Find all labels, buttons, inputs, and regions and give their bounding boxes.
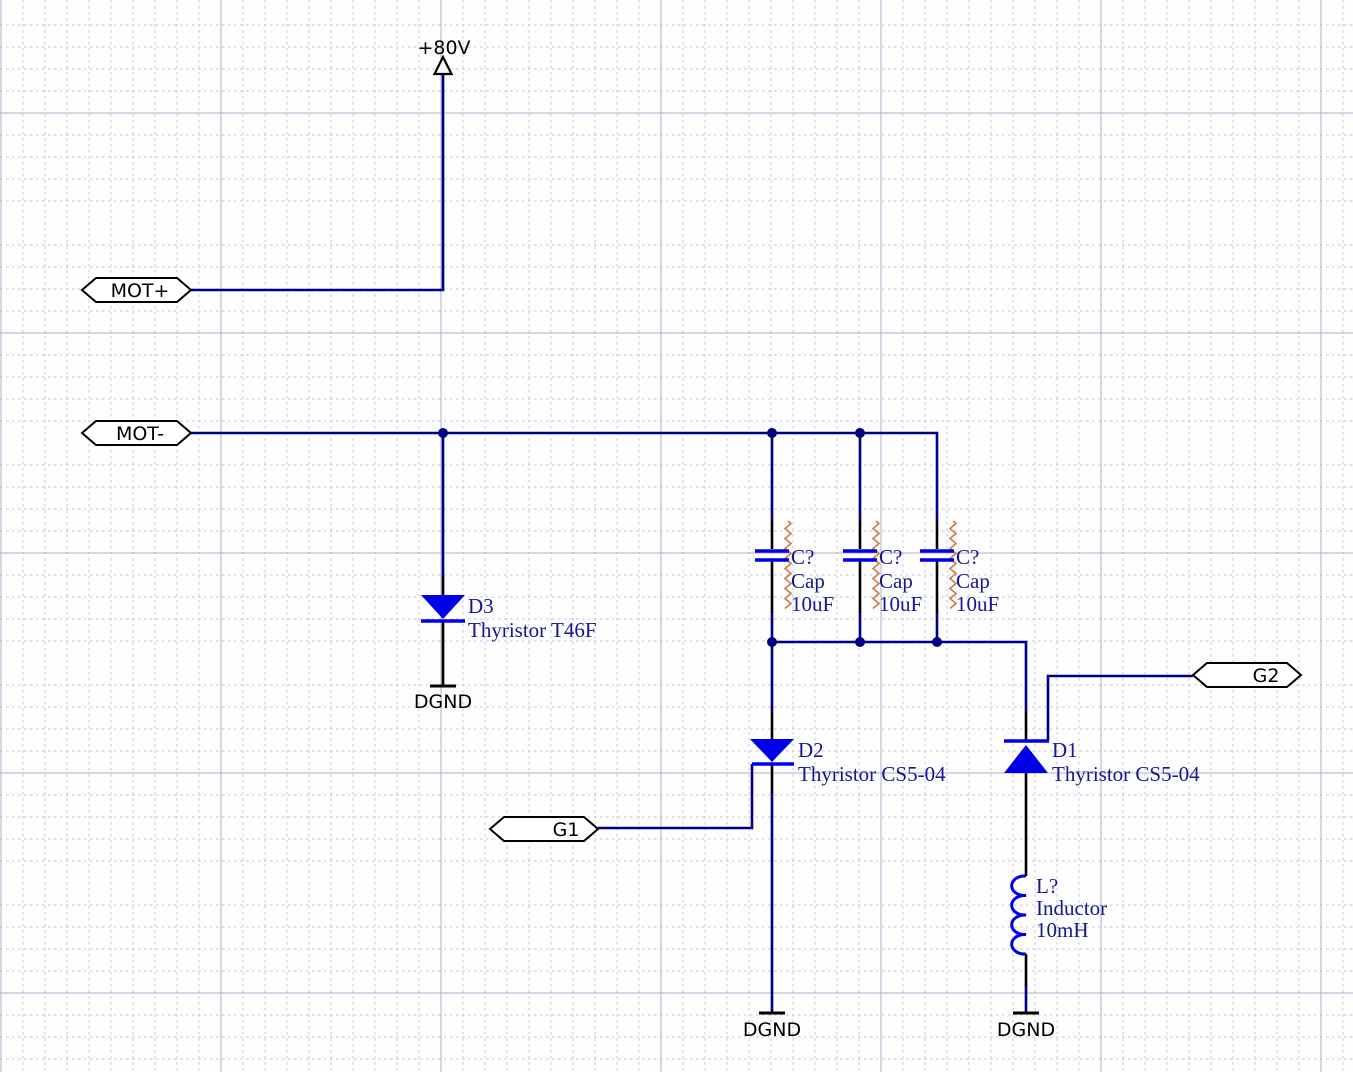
c2-value-label[interactable]: 10uF	[879, 592, 922, 616]
junction-dot	[767, 428, 777, 438]
gnd-label[interactable]: DGND	[997, 1019, 1055, 1041]
port-mot-minus[interactable]: MOT-	[80, 420, 193, 446]
c1-comment-label[interactable]: Cap	[791, 569, 825, 593]
wire-cap-bus[interactable]	[772, 640, 1028, 712]
port-g1-shape[interactable]	[488, 816, 600, 842]
d1-designator-label[interactable]: D1	[1052, 738, 1078, 762]
port-g1[interactable]: G1	[488, 816, 600, 842]
l1-comment-label[interactable]: Inductor	[1036, 896, 1107, 920]
l1-value-label[interactable]: 10mH	[1036, 918, 1089, 942]
port-mot-plus[interactable]: MOT+	[80, 277, 193, 303]
labels-layer: D3 Thyristor T46F D2 Thyristor CS5-04 D1…	[468, 545, 1200, 942]
port-g2-shape[interactable]	[1191, 662, 1303, 688]
schematic-canvas: +80V DGND DGND DGND MOT+ MOT- G1 G2 D3 T…	[0, 0, 1353, 1072]
junction-dot	[767, 637, 777, 647]
schematic-grid	[0, 0, 1353, 1072]
d1-triangle[interactable]	[1004, 745, 1048, 773]
port-mot-plus-label[interactable]: MOT+	[111, 280, 170, 302]
d3-triangle[interactable]	[421, 595, 465, 619]
junction-dot	[932, 637, 942, 647]
capacitor-c3-symbol[interactable]	[920, 549, 954, 562]
l1-designator-label[interactable]: L?	[1036, 874, 1058, 898]
junction-dot	[438, 428, 448, 438]
d2-designator-label[interactable]: D2	[798, 738, 824, 762]
capacitor-c2-symbol[interactable]	[843, 549, 877, 562]
wire-g1-to-d2-gate[interactable]	[598, 764, 754, 830]
c3-value-label[interactable]: 10uF	[956, 592, 999, 616]
c2-comment-label[interactable]: Cap	[879, 569, 913, 593]
inductor-l1-symbol[interactable]	[1010, 874, 1027, 956]
d2-comment-label[interactable]: Thyristor CS5-04	[798, 762, 946, 786]
port-mot-minus-label[interactable]: MOT-	[116, 423, 164, 445]
pins-layer	[441, 521, 1028, 986]
d3-designator-label[interactable]: D3	[468, 594, 494, 618]
wires-layer	[191, 75, 1193, 1012]
port-g1-label[interactable]: G1	[553, 819, 580, 841]
gnd-label[interactable]: DGND	[414, 691, 472, 713]
vcc-label[interactable]: +80V	[417, 37, 470, 59]
c3-comment-label[interactable]: Cap	[956, 569, 990, 593]
gnd-label[interactable]: DGND	[743, 1019, 801, 1041]
d1-comment-label[interactable]: Thyristor CS5-04	[1052, 762, 1200, 786]
thyristor-d3-symbol[interactable]	[421, 595, 465, 623]
wire-motminus-bus[interactable]	[191, 431, 939, 521]
thyristor-d1-symbol[interactable]	[1004, 739, 1049, 773]
port-g2-label[interactable]: G2	[1253, 665, 1280, 687]
vcc-arrow-icon[interactable]	[432, 54, 454, 76]
c2-designator-label[interactable]: C?	[879, 545, 902, 569]
capacitor-c1-symbol[interactable]	[755, 549, 789, 562]
junction-dot	[855, 428, 865, 438]
junction-dots	[438, 428, 942, 647]
power-port-gnd-d2[interactable]: DGND	[743, 1011, 801, 1041]
c1-designator-label[interactable]: C?	[791, 545, 814, 569]
power-port-gnd-d3[interactable]: DGND	[414, 684, 472, 713]
wire-vcc-to-motplus[interactable]	[191, 75, 445, 292]
d3-comment-label[interactable]: Thyristor T46F	[468, 618, 597, 642]
power-port-gnd-l[interactable]: DGND	[997, 1011, 1055, 1041]
c1-value-label[interactable]: 10uF	[791, 592, 834, 616]
port-g2[interactable]: G2	[1191, 662, 1303, 688]
c3-designator-label[interactable]: C?	[956, 545, 979, 569]
wire-d1-gate-to-g2[interactable]	[1046, 674, 1193, 740]
junction-dot	[855, 637, 865, 647]
